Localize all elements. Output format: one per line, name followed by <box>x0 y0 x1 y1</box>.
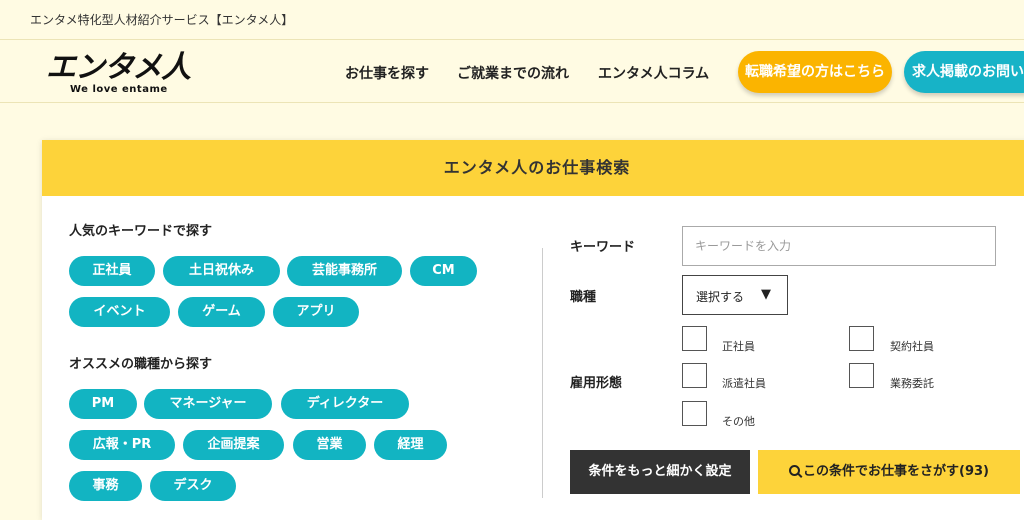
tag-pm[interactable]: PM <box>69 389 137 419</box>
top-bar: エンタメ特化型人材紹介サービス【エンタメ人】 <box>0 0 1024 40</box>
checkbox-fulltime[interactable] <box>682 326 707 351</box>
employment-label: 雇用形態 <box>570 376 623 391</box>
search-submit-button[interactable]: この条件でお仕事をさがす(93) <box>758 450 1020 494</box>
site-tagline: エンタメ特化型人材紹介サービス【エンタメ人】 <box>30 13 294 27</box>
keyword-input[interactable] <box>682 226 996 266</box>
checkbox-label-contract: 契約社員 <box>890 340 934 353</box>
tag-app[interactable]: アプリ <box>273 297 359 327</box>
tag-event[interactable]: イベント <box>69 297 170 327</box>
logo-slogan: We love entame <box>70 84 168 95</box>
nav-flow[interactable]: ご就業までの流れ <box>457 63 569 83</box>
site-logo[interactable]: エンタメ人 We love entame <box>46 51 206 99</box>
checkbox-dispatch[interactable] <box>682 363 707 388</box>
keyword-label: キーワード <box>570 240 636 255</box>
tag-planning[interactable]: 企画提案 <box>183 430 284 460</box>
employer-cta-button[interactable]: 求人掲載のお問い合 <box>904 51 1024 93</box>
tag-cm[interactable]: CM <box>410 256 477 286</box>
tag-desk[interactable]: デスク <box>150 471 236 501</box>
checkbox-label-outsourcing: 業務委託 <box>890 377 934 390</box>
nav-find-jobs[interactable]: お仕事を探す <box>345 63 429 83</box>
panel-header: エンタメ人のお仕事検索 <box>42 140 1024 196</box>
jobtype-label: 職種 <box>570 290 597 305</box>
tag-accounting[interactable]: 経理 <box>374 430 447 460</box>
checkbox-outsourcing[interactable] <box>849 363 874 388</box>
nav-column[interactable]: エンタメ人コラム <box>598 63 709 83</box>
checkbox-label-other: その他 <box>722 415 755 428</box>
tag-weekends-off[interactable]: 土日祝休み <box>163 256 280 286</box>
checkbox-contract[interactable] <box>849 326 874 351</box>
column-divider <box>542 248 543 498</box>
career-cta-button[interactable]: 転職希望の方はこちら <box>738 51 892 93</box>
jobtype-select-value: 選択する <box>696 290 745 304</box>
tag-game[interactable]: ゲーム <box>178 297 265 327</box>
jobtype-select[interactable]: 選択する ▼ <box>682 275 788 315</box>
tag-director[interactable]: ディレクター <box>281 389 409 419</box>
site-header: エンタメ人 We love entame お仕事を探す ご就業までの流れ エンタ… <box>0 41 1024 103</box>
recommended-jobtypes-title: オススメの職種から探す <box>69 357 213 372</box>
detailed-conditions-button[interactable]: 条件をもっと細かく設定 <box>570 450 750 494</box>
checkbox-label-fulltime: 正社員 <box>722 340 755 353</box>
panel-title: エンタメ人のお仕事検索 <box>443 158 631 177</box>
tag-fulltime[interactable]: 正社員 <box>69 256 155 286</box>
tag-manager[interactable]: マネージャー <box>144 389 272 419</box>
popular-keywords-title: 人気のキーワードで探す <box>69 224 213 239</box>
search-icon <box>789 465 800 476</box>
search-submit-label: この条件でお仕事をさがす(93) <box>803 464 989 479</box>
logo-wordmark: エンタメ人 <box>46 50 191 85</box>
tag-talent-agency[interactable]: 芸能事務所 <box>287 256 402 286</box>
tag-sales[interactable]: 営業 <box>293 430 366 460</box>
checkbox-label-dispatch: 派遣社員 <box>722 377 766 390</box>
tag-pr[interactable]: 広報・PR <box>69 430 175 460</box>
caret-down-icon: ▼ <box>761 287 771 302</box>
tag-office[interactable]: 事務 <box>69 471 142 501</box>
job-search-panel: エンタメ人のお仕事検索 人気のキーワードで探す 正社員 土日祝休み 芸能事務所 … <box>42 140 1024 520</box>
checkbox-other[interactable] <box>682 401 707 426</box>
